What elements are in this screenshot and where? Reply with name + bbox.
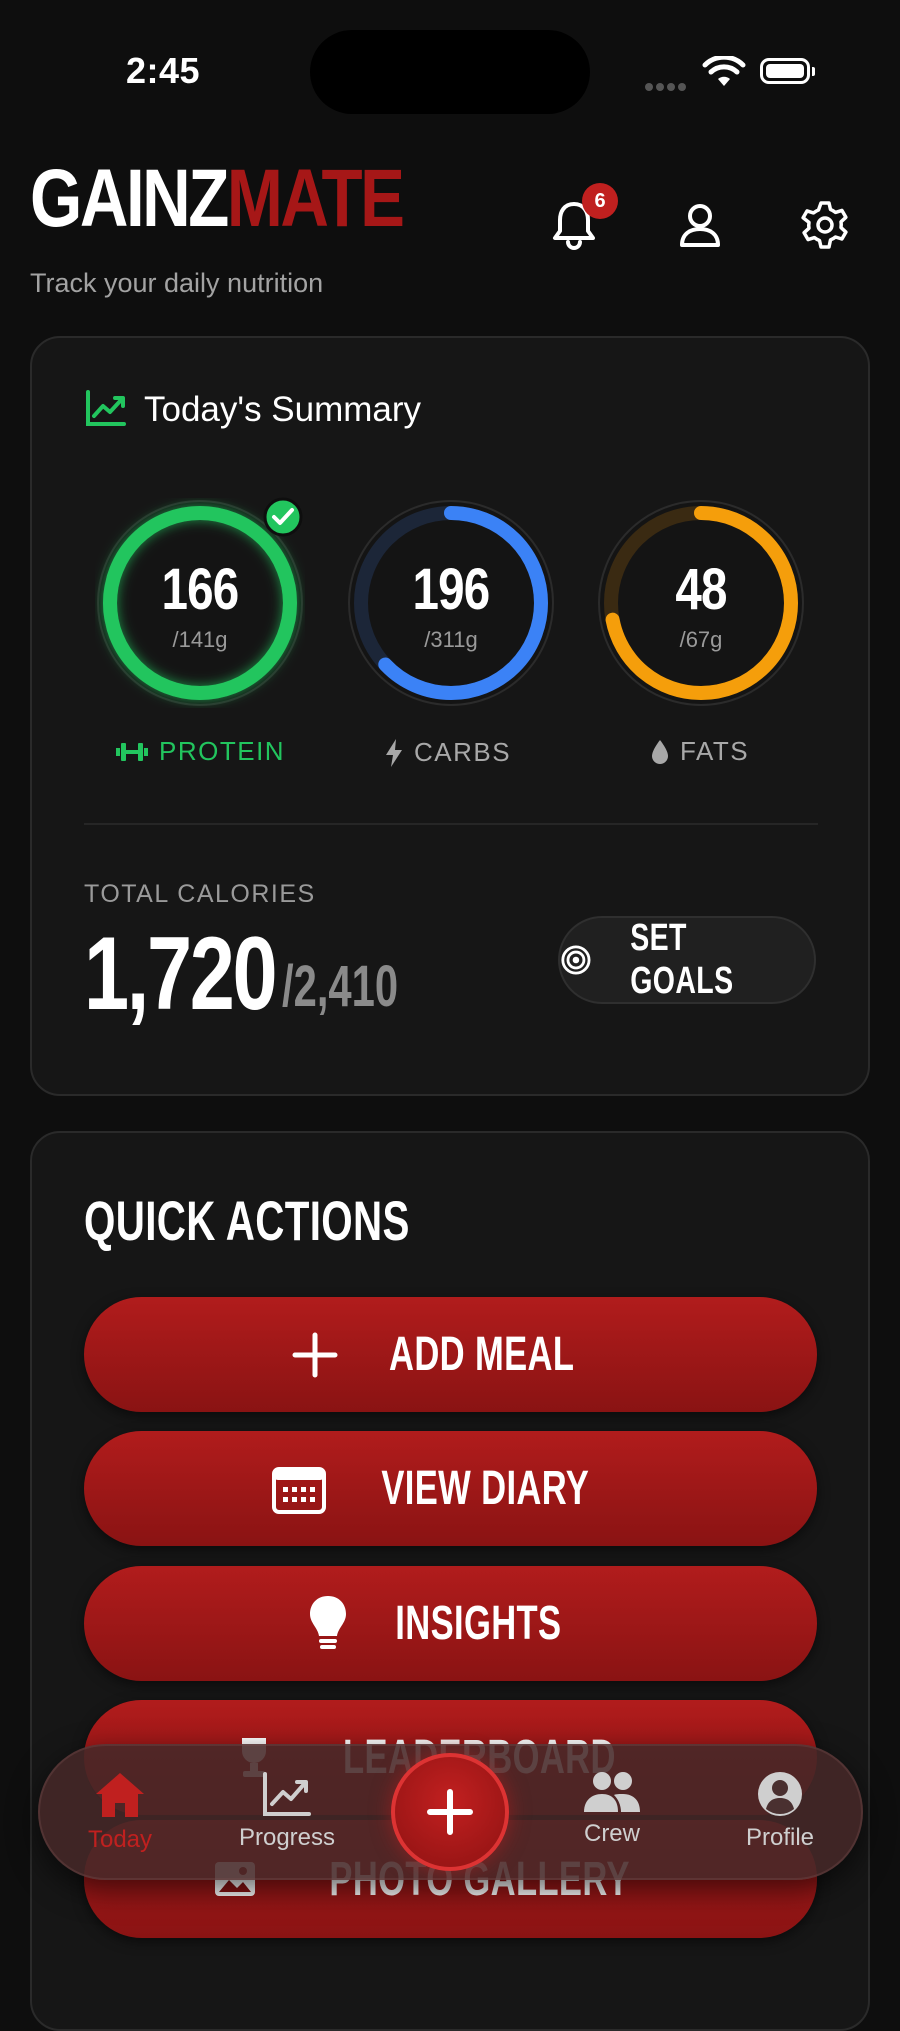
status-time: 2:45 xyxy=(126,50,201,91)
calendar-icon xyxy=(272,1466,327,1514)
settings-button[interactable] xyxy=(795,195,855,255)
plus-icon xyxy=(427,1789,473,1835)
insights-label: INSIGHTS xyxy=(395,1597,562,1650)
add-fab-button[interactable] xyxy=(391,1753,509,1871)
user-icon xyxy=(680,204,720,247)
nav-item-progress[interactable]: Progress xyxy=(217,1770,357,1852)
dumbbell-icon xyxy=(116,742,148,761)
add-meal-label: ADD MEAL xyxy=(388,1328,575,1381)
nav-profile-label: Profile xyxy=(745,1824,815,1851)
nav-item-crew[interactable]: Crew xyxy=(542,1770,682,1848)
chart-icon xyxy=(263,1772,311,1816)
tagline: Track your daily nutrition xyxy=(30,268,324,298)
home-icon xyxy=(96,1773,144,1817)
fats-goal: /67g xyxy=(679,627,723,652)
notification-badge: 6 xyxy=(582,183,618,219)
dynamic-island xyxy=(310,30,590,114)
set-goals-button[interactable]: SET GOALS xyxy=(558,916,816,1004)
total-calories-label: TOTAL CALORIES xyxy=(84,880,316,908)
logo-part-1: GAINZ xyxy=(30,153,229,244)
view-diary-label: VIEW DIARY xyxy=(381,1462,590,1515)
nav-today-label: Today xyxy=(87,1826,153,1853)
nav-item-profile[interactable]: Profile xyxy=(710,1770,850,1852)
bolt-icon xyxy=(386,738,402,767)
summary-divider xyxy=(84,823,818,825)
total-calories-goal: /2,410 xyxy=(282,954,399,1019)
quick-actions-title: QUICK ACTIONS xyxy=(84,1189,410,1252)
trending-up-icon xyxy=(84,388,128,433)
carbs-label: CARBS xyxy=(414,737,512,767)
total-calories-value: 1,720 xyxy=(84,916,278,1032)
wifi-icon xyxy=(702,54,746,93)
insights-button[interactable]: INSIGHTS xyxy=(84,1566,817,1681)
nav-progress-label: Progress xyxy=(238,1824,336,1851)
app-logo: GAINZMATE xyxy=(30,158,405,240)
protein-value: 166 xyxy=(161,557,240,622)
group-icon xyxy=(584,1772,640,1812)
lightbulb-icon xyxy=(310,1595,347,1649)
battery-icon xyxy=(760,58,815,84)
carbs-goal: /311g xyxy=(424,627,478,652)
carbs-value: 196 xyxy=(412,557,491,622)
nav-item-today[interactable]: Today xyxy=(50,1770,190,1854)
nav-crew-label: Crew xyxy=(583,1820,640,1847)
plus-icon xyxy=(292,1332,338,1377)
summary-title: Today's Summary xyxy=(144,390,422,429)
protein-goal: /141g xyxy=(172,627,228,652)
protein-label-row: PROTEIN xyxy=(115,736,285,767)
fats-label: FATS xyxy=(680,736,750,766)
set-goals-label: SET GOALS xyxy=(630,917,734,1002)
logo-part-2: MATE xyxy=(226,153,405,244)
target-icon xyxy=(561,945,591,975)
profile-icon xyxy=(758,1772,802,1816)
view-diary-button[interactable]: VIEW DIARY xyxy=(84,1431,817,1546)
add-meal-button[interactable]: ADD MEAL xyxy=(84,1297,817,1412)
fats-value: 48 xyxy=(675,557,727,622)
cellular-signal-icon xyxy=(645,78,691,91)
account-button[interactable] xyxy=(670,195,730,255)
fats-label-row: FATS xyxy=(650,736,749,767)
carbs-label-row: CARBS xyxy=(384,737,511,768)
protein-label: PROTEIN xyxy=(159,736,286,766)
protein-complete-check-icon xyxy=(262,496,304,543)
gear-icon xyxy=(801,201,848,249)
drop-icon xyxy=(652,739,668,764)
